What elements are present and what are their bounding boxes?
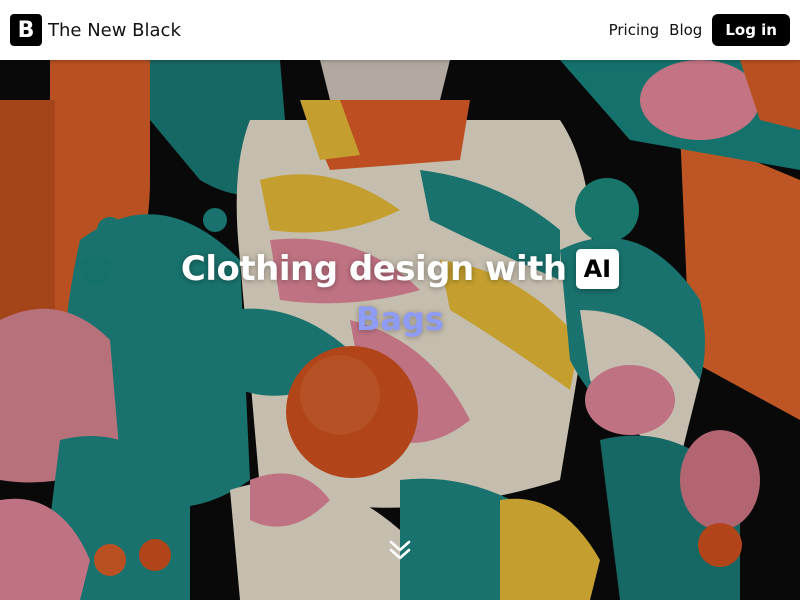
hero-headline-text: Clothing design with [180,249,567,289]
login-button[interactable]: Log in [712,14,790,46]
main-nav: Pricing Blog Log in [609,14,790,46]
hero-rotating-word: Bags [356,300,444,338]
nav-blog-link[interactable]: Blog [669,21,702,39]
brand-name: The New Black [48,19,181,41]
nav-pricing-link[interactable]: Pricing [609,21,660,39]
hero-section: Clothing design with AI Bags [0,60,800,600]
brand-logo-icon: B [10,14,42,46]
site-header: B The New Black Pricing Blog Log in [0,0,800,60]
brand-link[interactable]: B The New Black [10,14,181,46]
double-chevron-down-icon[interactable] [386,536,414,564]
hero-headline: Clothing design with AI [0,249,800,289]
ai-badge: AI [575,249,620,289]
